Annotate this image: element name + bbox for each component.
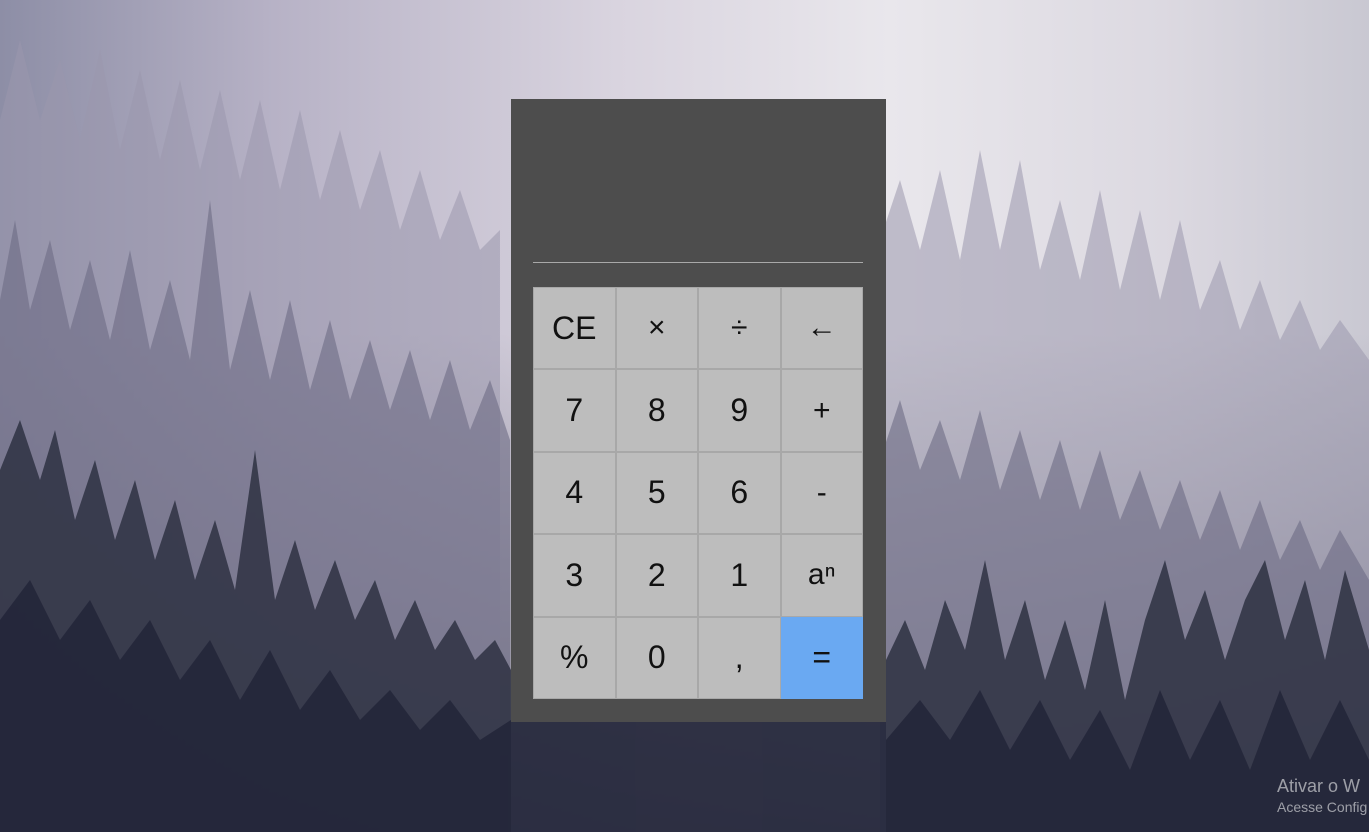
digit-7-button[interactable]: 7 bbox=[533, 369, 616, 452]
digit-4-button[interactable]: 4 bbox=[533, 451, 616, 535]
digit-8-button[interactable]: 8 bbox=[615, 369, 698, 452]
desktop-background: CE × ÷ ← 7 8 9 + 4 5 6 - 3 2 1 aⁿ % 0 , … bbox=[0, 0, 1369, 832]
multiply-button[interactable]: × bbox=[615, 287, 698, 370]
calculator-panel: CE × ÷ ← 7 8 9 + 4 5 6 - 3 2 1 aⁿ % 0 , … bbox=[511, 99, 886, 722]
equals-button[interactable]: = bbox=[780, 616, 863, 699]
backspace-button[interactable]: ← bbox=[780, 287, 863, 370]
calculator-display bbox=[533, 99, 863, 263]
watermark-line-1: Ativar o W bbox=[1277, 776, 1361, 796]
percent-button[interactable]: % bbox=[533, 616, 616, 699]
divide-button[interactable]: ÷ bbox=[698, 287, 781, 370]
decimal-button[interactable]: , bbox=[698, 616, 781, 699]
digit-9-button[interactable]: 9 bbox=[698, 369, 781, 452]
digit-0-button[interactable]: 0 bbox=[615, 616, 698, 699]
activation-watermark: Ativar o W Acesse Config bbox=[1277, 776, 1367, 815]
digit-1-button[interactable]: 1 bbox=[698, 534, 781, 617]
digit-5-button[interactable]: 5 bbox=[615, 451, 698, 535]
power-button[interactable]: aⁿ bbox=[780, 534, 863, 617]
keypad: CE × ÷ ← 7 8 9 + 4 5 6 - 3 2 1 aⁿ % 0 , … bbox=[533, 287, 863, 699]
digit-3-button[interactable]: 3 bbox=[533, 534, 616, 617]
add-button[interactable]: + bbox=[780, 369, 863, 452]
watermark-line-2: Acesse Config bbox=[1277, 799, 1368, 815]
clear-entry-button[interactable]: CE bbox=[533, 287, 616, 370]
digit-2-button[interactable]: 2 bbox=[615, 534, 698, 617]
digit-6-button[interactable]: 6 bbox=[698, 451, 781, 535]
subtract-button[interactable]: - bbox=[780, 451, 863, 535]
